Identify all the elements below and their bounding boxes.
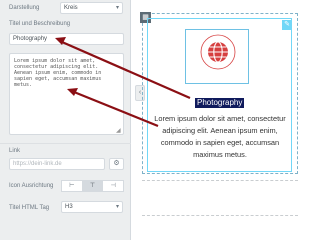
link-label: Link: [9, 148, 21, 154]
preview-description[interactable]: Lorem ipsum dolor sit amet, consectetur …: [150, 113, 290, 161]
link-input[interactable]: https://dein-link.de: [9, 158, 105, 170]
icon-align-group: ⊢ ⊤ ⊣: [61, 180, 125, 192]
pencil-icon: ✎: [284, 21, 290, 28]
section-divider: [142, 215, 298, 216]
link-options-button[interactable]: ⚙: [109, 158, 124, 170]
align-left-button[interactable]: ⊢: [61, 180, 83, 192]
display-label: Darstellung: [9, 5, 40, 11]
chevron-left-icon: ‹: [138, 89, 142, 96]
edit-widget-button[interactable]: ✎: [282, 20, 292, 30]
title-description-label: Titel und Beschreibung: [9, 21, 71, 27]
column-divider: [142, 180, 298, 181]
gear-icon: ⚙: [113, 160, 120, 167]
html-tag-select[interactable]: H3 ▾: [61, 201, 123, 213]
chevron-down-icon: ▾: [115, 204, 119, 210]
align-top-icon: ⊤: [89, 183, 96, 189]
description-textarea[interactable]: Lorem ipsum dolor sit amet, consectetur …: [9, 53, 124, 135]
align-top-button[interactable]: ⊤: [82, 180, 104, 192]
divider: [0, 143, 131, 144]
align-right-icon: ⊣: [110, 183, 116, 189]
chevron-down-icon: ▾: [115, 5, 119, 11]
align-right-button[interactable]: ⊣: [103, 180, 125, 192]
preview-heading[interactable]: Photography: [195, 98, 245, 108]
globe-icon: [200, 34, 236, 70]
display-select-value: Kreis: [64, 5, 78, 11]
align-left-icon: ⊢: [69, 183, 75, 189]
resize-handle-icon[interactable]: ◢: [116, 127, 121, 134]
title-input[interactable]: Photography: [9, 33, 124, 45]
display-select[interactable]: Kreis ▾: [60, 2, 123, 14]
icon-align-label: Icon Ausrichtung: [9, 183, 54, 189]
html-tag-label: Titel HTML Tag: [9, 205, 50, 211]
editor-panel: Darstellung Kreis ▾ Titel und Beschreibu…: [0, 0, 131, 240]
html-tag-select-value: H3: [65, 204, 73, 210]
